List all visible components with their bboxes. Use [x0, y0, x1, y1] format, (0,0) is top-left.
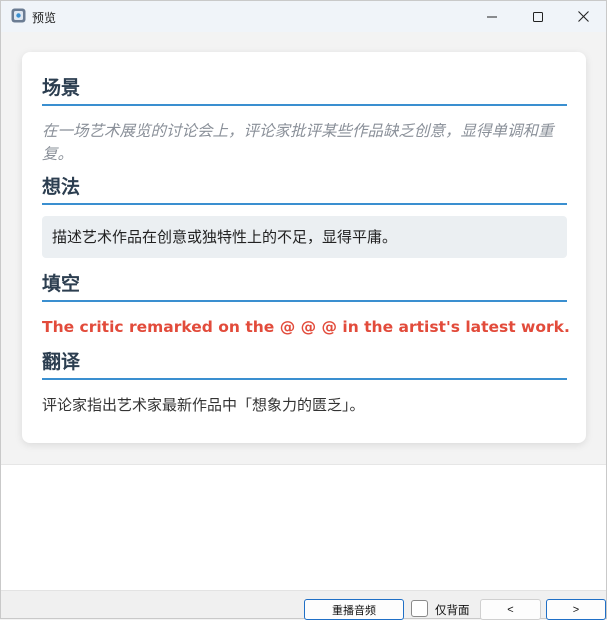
- minimize-icon: [487, 16, 497, 17]
- maximize-button[interactable]: [515, 1, 561, 32]
- preview-content: 场景 在一场艺术展览的讨论会上，评论家批评某些作品缺乏创意，显得单调和重复。 想…: [1, 32, 606, 464]
- minimize-button[interactable]: [469, 1, 515, 32]
- cloze-heading: 填空: [42, 272, 567, 302]
- next-button[interactable]: >: [546, 599, 606, 620]
- close-icon: [577, 11, 589, 22]
- window-title: 预览: [32, 11, 57, 25]
- prev-button[interactable]: <: [480, 599, 541, 620]
- maximize-icon: [533, 11, 543, 22]
- idea-heading: 想法: [42, 175, 567, 205]
- back-only-checkbox[interactable]: [411, 600, 428, 617]
- bottom-toolbar: 重播音频 仅背面 < >: [1, 590, 606, 620]
- cloze-text: The critic remarked on the @ @ @ in the …: [42, 318, 570, 336]
- preview-window: 预览 场景 在一场艺术展览的讨论会上，评论家批评某些作品缺乏创意，显得单调和重复…: [0, 0, 607, 620]
- app-icon: [11, 8, 26, 23]
- back-only-label[interactable]: 仅背面: [435, 602, 470, 618]
- idea-text: 描述艺术作品在创意或独特性上的不足，显得平庸。: [42, 216, 567, 258]
- replay-audio-button[interactable]: 重播音频: [304, 599, 404, 620]
- title-bar[interactable]: 预览: [1, 1, 606, 32]
- card: 场景 在一场艺术展览的讨论会上，评论家批评某些作品缺乏创意，显得单调和重复。 想…: [22, 52, 586, 443]
- translation-text: 评论家指出艺术家最新作品中「想象力的匮乏」。: [42, 396, 365, 414]
- scene-heading: 场景: [42, 76, 567, 106]
- close-button[interactable]: [560, 1, 606, 32]
- translation-heading: 翻译: [42, 350, 567, 380]
- scene-text: 在一场艺术展览的讨论会上，评论家批评某些作品缺乏创意，显得单调和重复。: [42, 122, 554, 163]
- blank-area: [1, 464, 606, 590]
